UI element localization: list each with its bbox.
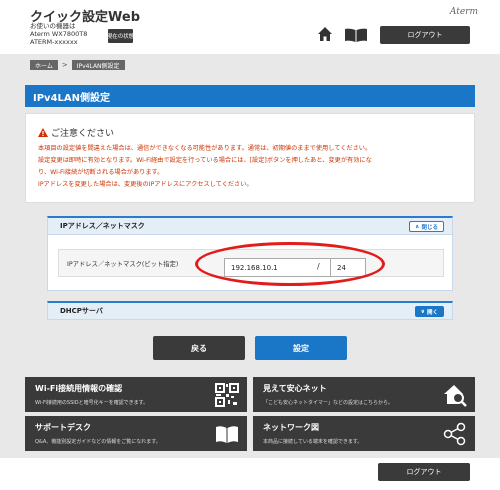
card-mieru-anshin-net[interactable]: 見えて安心ネット 「こども安心ネットタイマー」などの設定はこちらから。 [253,377,475,412]
device-label: お使いの機器は [30,22,76,30]
dhcp-section-title: DHCPサーバ [60,307,103,315]
logout-button-bottom[interactable]: ログアウト [378,463,470,481]
page-title: IPv4LAN側設定 [25,85,475,107]
warning-icon [38,128,48,137]
device-ssid: ATERM-xxxxxx [30,38,78,46]
manual-book-icon[interactable] [344,28,368,42]
notice-line: り、Wi-Fi接続が切断される場合があります。 [38,169,164,176]
logout-button[interactable]: ログアウト [380,26,470,44]
network-icon [443,422,466,446]
notice-title: ご注意ください [51,129,115,139]
card-title: サポートデスク [35,423,91,432]
qr-code-icon [215,383,239,407]
ip-section-title: IPアドレス／ネットマスク [60,222,145,230]
current-status-button[interactable]: 現在の状態 [107,29,134,43]
card-title: 見えて安心ネット [263,384,327,393]
card-network-map[interactable]: ネットワーク図 本商品に接続している端末を確認できます。 [253,416,475,451]
header: クイック設定Web お使いの機器は Aterm WX7800T8 ATERM-x… [0,0,500,54]
home-search-icon [444,385,467,407]
breadcrumb-current: IPv4LAN側設定 [71,60,125,70]
ip-field-row: IPアドレス／ネットマスク(ビット指定) 192.168.10.1 / 24 [58,249,444,277]
notice-line: 本項目の設定値を間違えた場合は、通信ができなくなる可能性があります。通常は、初期… [38,145,372,152]
card-wifi-info[interactable]: Wi-Fi接続用情報の確認 Wi-Fi接続用のSSIDと暗号化キーを確認できます… [25,377,247,412]
card-support-desk[interactable]: サポートデスク Q&A、機能別設定ガイドなどの情報をご覧になれます。 [25,416,247,451]
dhcp-section-header[interactable]: DHCPサーバ ∨ 開く [47,301,453,320]
book-icon [216,426,238,443]
ip-field-label: IPアドレス／ネットマスク(ビット指定) [67,261,179,268]
breadcrumb-home[interactable]: ホーム [30,60,58,70]
ip-section-header[interactable]: IPアドレス／ネットマスク ∧ 閉じる [47,216,453,235]
card-description: 「こども安心ネットタイマー」などの設定はこちらから。 [263,400,394,406]
card-title: ネットワーク図 [263,423,319,432]
chevron-down-icon: ∨ [420,308,425,315]
back-button[interactable]: 戻る [153,336,245,360]
notice-box: ご注意ください 本項目の設定値を間違えた場合は、通信ができなくなる可能性がありま… [25,113,475,203]
netmask-bits-input[interactable]: 24 [330,258,366,277]
notice-line: 設定変更は即時に有効となります。Wi-Fi経由で設定を行っている場合には、[設定… [38,157,372,164]
chevron-up-icon: ∧ [415,223,420,230]
close-label: 閉じる [421,224,438,231]
breadcrumb-separator: > [61,61,68,69]
card-description: Q&A、機能別設定ガイドなどの情報をご覧になれます。 [35,439,161,445]
notice-heading: ご注意ください [38,126,114,139]
card-description: Wi-Fi接続用のSSIDと暗号化キーを確認できます。 [35,400,149,406]
breadcrumb: ホーム > IPv4LAN側設定 [30,60,125,70]
home-icon[interactable] [317,26,333,42]
ip-section-body: IPアドレス／ネットマスク(ビット指定) 192.168.10.1 / 24 [47,235,453,291]
card-description: 本商品に接続している端末を確認できます。 [263,439,363,445]
brand-logo: Aterm [449,7,478,17]
notice-line: IPアドレスを変更した場合は、変更後のIPアドレスにアクセスしてください。 [38,181,253,188]
device-model: Aterm WX7800T8 [30,30,88,38]
ip-section-close-button[interactable]: ∧ 閉じる [409,221,444,232]
netmask-separator: / [317,262,320,271]
open-label: 開く [426,309,438,316]
dhcp-section-open-button[interactable]: ∨ 開く [414,306,444,317]
card-title: Wi-Fi接続用情報の確認 [35,384,123,393]
set-button[interactable]: 設定 [255,336,347,360]
